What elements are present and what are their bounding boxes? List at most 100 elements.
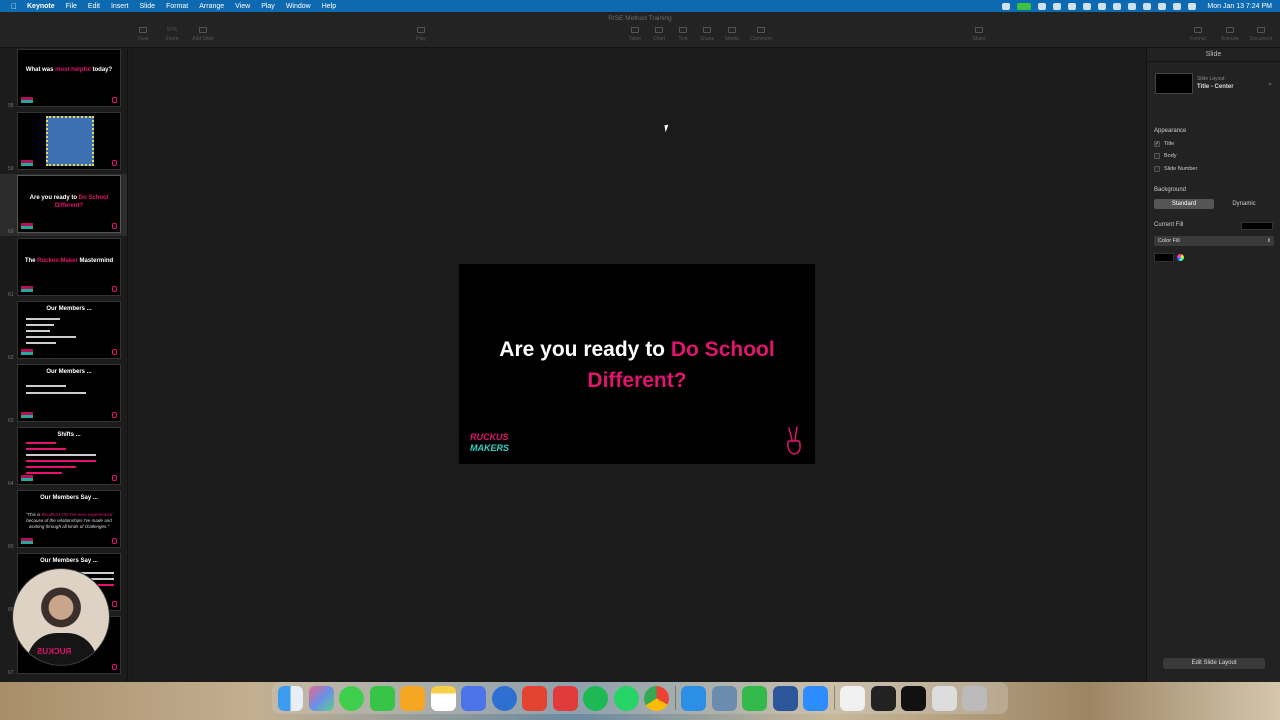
- peace-hand-icon: [112, 349, 117, 355]
- chevron-down-icon[interactable]: ⌄: [1267, 79, 1273, 87]
- status-icon[interactable]: [1068, 2, 1077, 10]
- trash-icon[interactable]: [962, 685, 987, 711]
- preview-icon[interactable]: [711, 685, 737, 711]
- status-icon[interactable]: [1113, 2, 1122, 10]
- current-fill-swatch[interactable]: [1241, 222, 1273, 230]
- status-icon[interactable]: [1098, 2, 1107, 10]
- share-button[interactable]: Share: [964, 27, 994, 42]
- status-icon[interactable]: [1038, 2, 1047, 10]
- fantastical-icon[interactable]: [552, 685, 578, 711]
- todoist-icon[interactable]: [522, 685, 547, 711]
- finder-window-icon[interactable]: [870, 685, 896, 711]
- keynote-icon[interactable]: [681, 685, 706, 711]
- menu-edit[interactable]: Edit: [88, 3, 100, 10]
- checkbox-checked[interactable]: ✓: [1154, 141, 1160, 147]
- edit-slide-layout-button[interactable]: Edit Slide Layout: [1163, 658, 1265, 669]
- slide-canvas[interactable]: Are you ready to Do School Different? RU…: [129, 48, 1145, 682]
- checkbox-unchecked[interactable]: [1154, 153, 1160, 159]
- ruckus-makers-logo[interactable]: RUCKUS MAKERS: [470, 432, 509, 454]
- slide-thumbnail-63[interactable]: Our Members ... 63: [0, 363, 127, 425]
- dynamic-background-button[interactable]: Dynamic: [1214, 199, 1274, 209]
- menu-help[interactable]: Help: [322, 3, 336, 10]
- chrome-icon[interactable]: [644, 685, 669, 711]
- menu-slide[interactable]: Slide: [139, 3, 155, 10]
- dropbox-icon[interactable]: [1053, 2, 1062, 10]
- 1password-icon[interactable]: [491, 685, 517, 711]
- window-thumbnail-icon[interactable]: [901, 685, 926, 711]
- menu-window[interactable]: Window: [286, 3, 311, 10]
- ruckus-makers-logo: [21, 97, 33, 103]
- body-checkbox[interactable]: Body: [1154, 153, 1177, 159]
- add-slide-button[interactable]: Add Slide: [188, 27, 218, 42]
- view-button[interactable]: View: [128, 27, 158, 42]
- peace-hand-icon[interactable]: [785, 426, 803, 456]
- facetime-icon[interactable]: [369, 685, 395, 711]
- notes-icon[interactable]: [430, 685, 456, 711]
- menu-play[interactable]: Play: [261, 3, 275, 10]
- zoom-icon[interactable]: [803, 685, 828, 711]
- numbers-icon[interactable]: [742, 685, 767, 711]
- app-menu[interactable]: Keynote: [27, 3, 55, 10]
- menu-arrange[interactable]: Arrange: [199, 3, 224, 10]
- play-button[interactable]: Play: [406, 27, 436, 42]
- search-icon[interactable]: [1173, 2, 1182, 10]
- checkbox-unchecked[interactable]: [1154, 166, 1160, 172]
- slide-preview: [17, 112, 121, 170]
- document-button[interactable]: Document: [1246, 27, 1276, 42]
- menu-insert[interactable]: Insert: [111, 3, 129, 10]
- whatsapp-icon[interactable]: [613, 685, 639, 711]
- slide-number: 60: [8, 229, 14, 235]
- control-center-icon[interactable]: [1188, 2, 1197, 10]
- comment-button[interactable]: Comment: [746, 27, 776, 42]
- status-icon[interactable]: [1143, 2, 1152, 10]
- apple-menu-icon[interactable]: : [9, 2, 19, 11]
- wifi-icon[interactable]: [1158, 2, 1167, 10]
- slide-thumbnail-58[interactable]: What was most helpful today? 58: [0, 48, 127, 110]
- slide-thumbnail-60[interactable]: Are you ready to Do School Different? 60: [0, 174, 127, 236]
- animate-button[interactable]: Animate: [1215, 27, 1245, 42]
- slide-layout-picker[interactable]: Slide Layout Title - Center ⌄: [1153, 70, 1275, 98]
- window-thumbnail-icon[interactable]: [931, 685, 957, 711]
- menu-format[interactable]: Format: [166, 3, 188, 10]
- status-icon[interactable]: [1002, 2, 1011, 10]
- menu-view[interactable]: View: [235, 3, 250, 10]
- slide-title[interactable]: Are you ready to Do School Different?: [459, 334, 815, 396]
- color-well[interactable]: [1154, 253, 1174, 262]
- messages-icon[interactable]: [339, 685, 364, 711]
- status-icon[interactable]: [1128, 2, 1137, 10]
- standard-background-button[interactable]: Standard: [1154, 199, 1214, 209]
- ruckus-makers-logo: [21, 160, 33, 166]
- zoom-button[interactable]: 57% Zoom: [157, 27, 187, 42]
- menu-file[interactable]: File: [66, 3, 77, 10]
- spotify-icon[interactable]: [583, 685, 608, 711]
- word-icon[interactable]: [772, 685, 798, 711]
- animate-icon: [1226, 27, 1234, 33]
- color-wheel-icon[interactable]: [1177, 254, 1184, 261]
- gear-icon[interactable]: [1083, 2, 1092, 10]
- slide-thumbnail-61[interactable]: The Ruckus Maker Mastermind 61: [0, 237, 127, 299]
- slide-thumbnail-62[interactable]: Our Members ... 62: [0, 300, 127, 362]
- slide-number: 63: [8, 418, 14, 424]
- slide-thumbnail-59[interactable]: 59: [0, 111, 127, 173]
- format-button[interactable]: Format: [1183, 27, 1213, 42]
- current-slide[interactable]: Are you ready to Do School Different? RU…: [459, 264, 815, 464]
- pages-icon[interactable]: [400, 685, 425, 711]
- slide-number-checkbox[interactable]: Slide Number: [1154, 166, 1197, 172]
- perplexity-icon[interactable]: [461, 685, 486, 711]
- slide-thumbnail-64[interactable]: Shifts ... 64: [0, 426, 127, 488]
- document-icon[interactable]: [840, 685, 865, 711]
- inspector-title: Slide: [1147, 48, 1280, 62]
- facetime-status-icon[interactable]: [1017, 2, 1032, 10]
- title-checkbox[interactable]: ✓ Title: [1154, 141, 1174, 147]
- media-button[interactable]: Media: [717, 27, 747, 42]
- format-icon: [1194, 27, 1202, 33]
- slide-number: 61: [8, 292, 14, 298]
- slide-number: 62: [8, 355, 14, 361]
- stepper-arrows-icon: ⇕: [1266, 238, 1271, 244]
- fill-type-select[interactable]: Color Fill ⇕: [1154, 236, 1274, 246]
- slide-thumbnail-65[interactable]: Our Members Say ... "This is the BEST PD…: [0, 489, 127, 551]
- finder-icon[interactable]: [278, 685, 303, 711]
- slide-preview: Our Members Say ... "This is the BEST PD…: [17, 490, 121, 548]
- clock[interactable]: Mon Jan 13 7:24 PM: [1207, 3, 1272, 10]
- launchpad-icon[interactable]: [308, 685, 334, 711]
